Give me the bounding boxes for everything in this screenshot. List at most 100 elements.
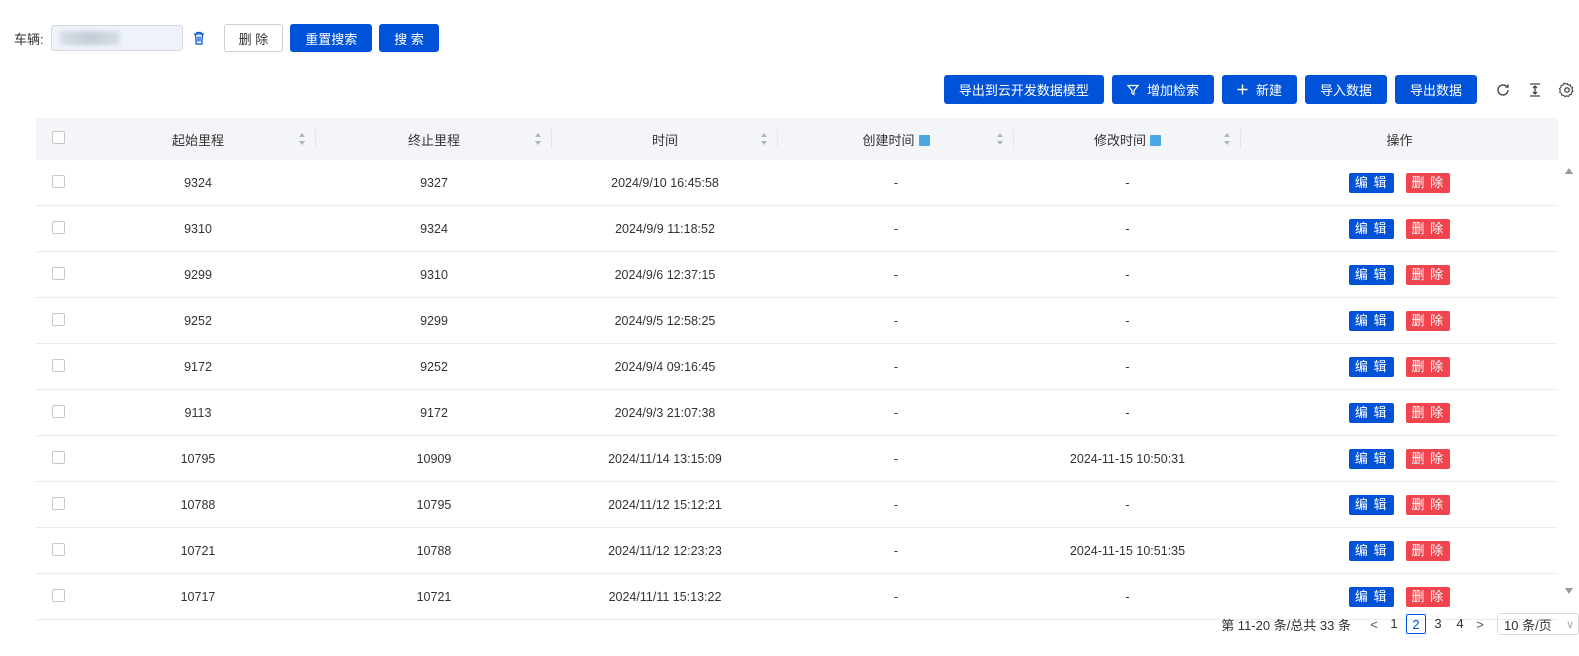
row-delete-button[interactable]: 删 除: [1405, 494, 1451, 515]
chevron-down-icon: ∨: [1565, 618, 1574, 631]
sort-icon[interactable]: [534, 132, 542, 146]
row-checkbox[interactable]: [51, 496, 65, 510]
header-end-mileage[interactable]: 终止里程: [316, 118, 552, 160]
header-time[interactable]: 时间: [552, 118, 778, 160]
import-data-button[interactable]: 导入数据: [1304, 75, 1387, 104]
next-page-button[interactable]: >: [1471, 617, 1489, 632]
end-mileage-cell: 9310: [316, 251, 552, 298]
row-delete-button[interactable]: 删 除: [1405, 448, 1451, 469]
edit-button[interactable]: 编 辑: [1348, 402, 1394, 423]
start-mileage-cell: 9310: [80, 205, 316, 252]
modified-time-cell: -: [1014, 573, 1241, 620]
row-delete-button[interactable]: 删 除: [1405, 540, 1451, 561]
actions-cell: 编 辑删 除: [1241, 435, 1558, 482]
row-delete-button[interactable]: 删 除: [1405, 218, 1451, 239]
select-all-checkbox[interactable]: [51, 131, 65, 144]
row-delete-button[interactable]: 删 除: [1405, 172, 1451, 193]
edit-button[interactable]: 编 辑: [1348, 218, 1394, 239]
gear-icon[interactable]: [1558, 82, 1575, 98]
refresh-icon[interactable]: [1495, 82, 1511, 98]
time-cell: 2024/11/11 15:13:22: [552, 573, 778, 620]
row-checkbox[interactable]: [51, 358, 65, 372]
row-select-cell[interactable]: [36, 251, 80, 298]
time-cell: 2024/11/12 12:23:23: [552, 527, 778, 574]
vehicle-input[interactable]: [50, 25, 183, 51]
row-delete-button[interactable]: 删 除: [1405, 586, 1451, 607]
end-mileage-cell: 10795: [316, 481, 552, 528]
page-4[interactable]: 4: [1450, 614, 1470, 634]
row-select-cell[interactable]: [36, 435, 80, 482]
edit-button[interactable]: 编 辑: [1348, 586, 1394, 607]
sort-icon[interactable]: [1223, 132, 1231, 146]
search-button[interactable]: 搜 索: [379, 24, 439, 52]
row-select-cell[interactable]: [36, 297, 80, 344]
end-mileage-cell: 9252: [316, 343, 552, 390]
start-mileage-cell: 10795: [80, 435, 316, 482]
export-data-button[interactable]: 导出数据: [1394, 75, 1477, 104]
edit-button[interactable]: 编 辑: [1348, 356, 1394, 377]
row-delete-button[interactable]: 删 除: [1405, 356, 1451, 377]
edit-button[interactable]: 编 辑: [1348, 494, 1394, 515]
row-delete-button[interactable]: 删 除: [1405, 310, 1451, 331]
delete-button[interactable]: 删 除: [223, 24, 284, 52]
page-size-select[interactable]: 10 条/页 ∨: [1497, 613, 1579, 635]
header-created-time[interactable]: 创建时间: [778, 118, 1014, 160]
row-height-icon[interactable]: [1527, 82, 1543, 98]
modified-time-cell: -: [1014, 160, 1241, 206]
row-checkbox[interactable]: [51, 542, 65, 556]
edit-button[interactable]: 编 辑: [1348, 448, 1394, 469]
row-checkbox[interactable]: [51, 174, 65, 188]
header-modified-time[interactable]: 修改时间: [1014, 118, 1241, 160]
new-button[interactable]: 新建: [1221, 75, 1297, 104]
header-label: 创建时间: [862, 132, 915, 148]
row-checkbox[interactable]: [51, 450, 65, 464]
row-select-cell[interactable]: [36, 481, 80, 528]
export-to-model-button[interactable]: 导出到云开发数据模型: [943, 75, 1104, 104]
vehicle-label: 车辆:: [14, 31, 44, 47]
trash-icon[interactable]: [192, 30, 206, 46]
time-cell: 2024/9/6 12:37:15: [552, 251, 778, 298]
row-select-cell[interactable]: [36, 573, 80, 620]
edit-button[interactable]: 编 辑: [1348, 264, 1394, 285]
time-cell: 2024/9/10 16:45:58: [552, 160, 778, 206]
time-cell: 2024/11/12 15:12:21: [552, 481, 778, 528]
end-mileage-cell: 9172: [316, 389, 552, 436]
reset-search-button[interactable]: 重置搜索: [290, 24, 373, 52]
row-checkbox[interactable]: [51, 220, 65, 234]
row-select-cell[interactable]: [36, 160, 80, 206]
sort-icon[interactable]: [996, 132, 1004, 146]
page-2-current[interactable]: 2: [1406, 614, 1426, 634]
edit-button[interactable]: 编 辑: [1348, 172, 1394, 193]
add-filter-button[interactable]: 增加检索: [1111, 75, 1214, 104]
row-select-cell[interactable]: [36, 343, 80, 390]
row-select-cell[interactable]: [36, 527, 80, 574]
modified-time-cell: -: [1014, 343, 1241, 390]
pagination-summary: 第 11-20 条/总共 33 条: [1221, 617, 1351, 633]
page-3[interactable]: 3: [1428, 614, 1448, 634]
prev-page-button[interactable]: <: [1365, 617, 1383, 632]
table-scrollbar[interactable]: [1558, 160, 1579, 598]
actions-cell: 编 辑删 除: [1241, 251, 1558, 298]
row-delete-button[interactable]: 删 除: [1405, 264, 1451, 285]
edit-button[interactable]: 编 辑: [1348, 310, 1394, 331]
scroll-up-icon[interactable]: [1565, 168, 1573, 174]
sort-icon[interactable]: [760, 132, 768, 146]
created-time-cell: -: [778, 389, 1014, 436]
row-checkbox[interactable]: [51, 404, 65, 418]
header-start-mileage[interactable]: 起始里程: [80, 118, 316, 160]
page-1[interactable]: 1: [1384, 614, 1404, 634]
row-select-cell[interactable]: [36, 389, 80, 436]
header-select-all[interactable]: [36, 118, 80, 160]
page-size-value: 10 条/页: [1504, 617, 1552, 633]
scroll-down-icon[interactable]: [1565, 588, 1573, 594]
row-delete-button[interactable]: 删 除: [1405, 402, 1451, 423]
sort-icon[interactable]: [298, 132, 306, 146]
field-type-icon: [918, 134, 930, 146]
row-checkbox[interactable]: [51, 312, 65, 326]
row-checkbox[interactable]: [51, 266, 65, 280]
table-row: 9113 9172 2024/9/3 21:07:38- - 编 辑删 除: [36, 389, 1558, 436]
edit-button[interactable]: 编 辑: [1348, 540, 1394, 561]
row-select-cell[interactable]: [36, 205, 80, 252]
row-checkbox[interactable]: [51, 588, 65, 602]
header-label: 时间: [651, 132, 678, 148]
